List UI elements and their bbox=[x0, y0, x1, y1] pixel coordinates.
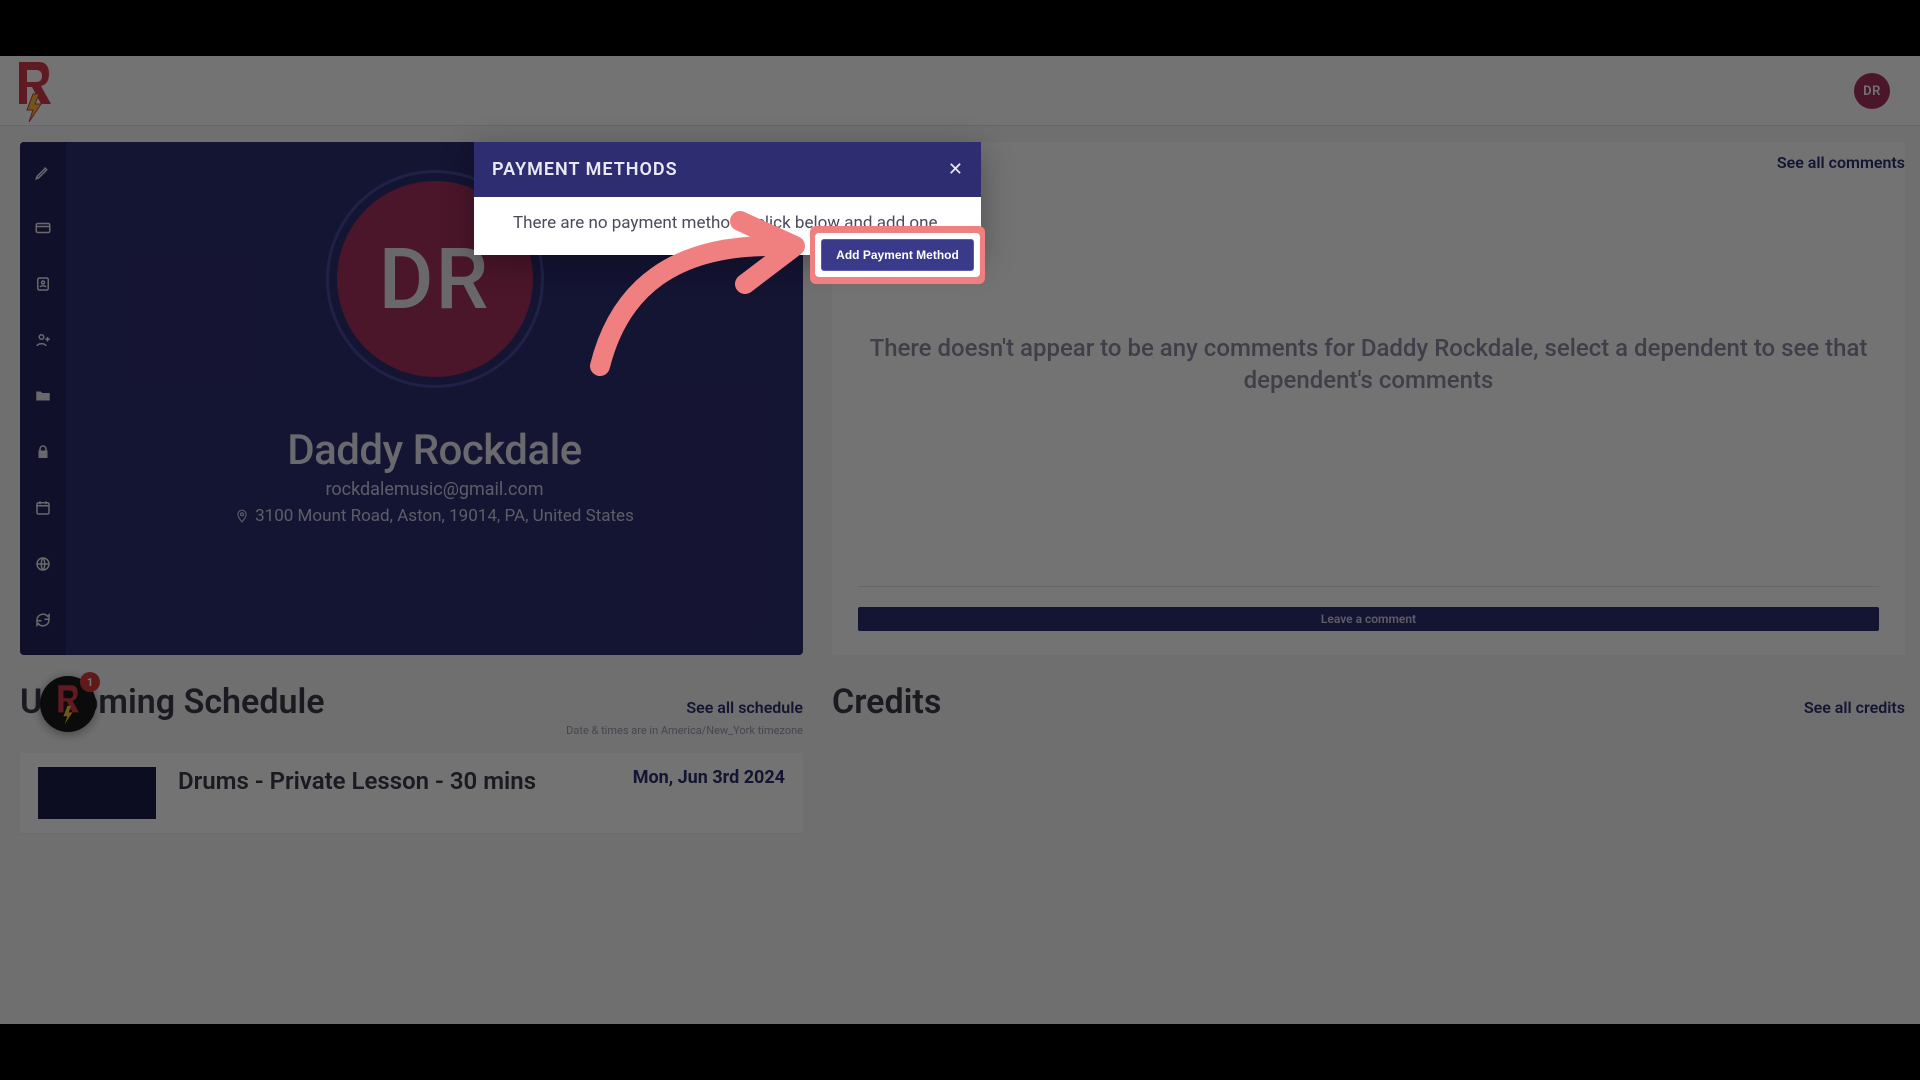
close-icon[interactable]: ✕ bbox=[948, 159, 963, 180]
letterbox-bottom bbox=[0, 1024, 1920, 1080]
add-payment-inner: Add Payment Method bbox=[815, 233, 980, 277]
modal-header: PAYMENT METHODS ✕ bbox=[474, 142, 981, 197]
modal-title: PAYMENT METHODS bbox=[492, 159, 678, 180]
add-payment-method-button[interactable]: Add Payment Method bbox=[821, 239, 974, 271]
add-payment-method-label: Add Payment Method bbox=[836, 248, 959, 262]
app-frame: DR DR Daddy Roc bbox=[0, 56, 1920, 1024]
letterbox-top bbox=[0, 0, 1920, 56]
add-payment-highlight: Add Payment Method bbox=[810, 226, 985, 284]
annotation-arrow-icon bbox=[570, 206, 830, 376]
